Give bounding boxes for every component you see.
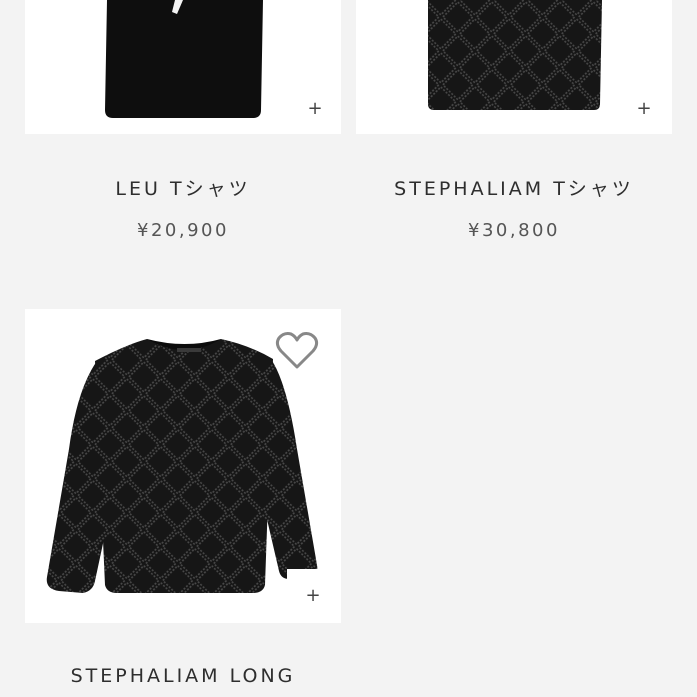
product-grid: + LEU Tシャツ ¥20,900 + STEPHALIAM Tシャツ ¥30… bbox=[0, 0, 697, 697]
product-card[interactable]: + LEU Tシャツ ¥20,900 bbox=[25, 0, 341, 241]
product-price: ¥30,800 bbox=[468, 220, 560, 241]
favorite-button[interactable] bbox=[275, 331, 319, 375]
plus-icon: + bbox=[636, 97, 652, 119]
product-price: ¥20,900 bbox=[137, 220, 229, 241]
product-name[interactable]: STEPHALIAM Tシャツ bbox=[356, 174, 672, 201]
product-card[interactable]: + STEPHALIAM LONG bbox=[25, 309, 341, 687]
product-image[interactable]: + bbox=[25, 0, 341, 134]
product-image[interactable]: + bbox=[25, 309, 341, 623]
product-card[interactable]: + STEPHALIAM Tシャツ ¥30,800 bbox=[356, 0, 672, 241]
add-to-cart-button[interactable]: + bbox=[618, 82, 670, 134]
add-to-cart-button[interactable]: + bbox=[289, 82, 341, 134]
product-name[interactable]: STEPHALIAM LONG bbox=[25, 665, 341, 687]
plus-icon: + bbox=[307, 97, 323, 119]
heart-outline-icon bbox=[275, 332, 319, 369]
product-name[interactable]: LEU Tシャツ bbox=[25, 174, 341, 201]
plus-icon: + bbox=[305, 584, 321, 606]
product-image[interactable]: + bbox=[356, 0, 672, 134]
add-to-cart-button[interactable]: + bbox=[287, 569, 339, 621]
